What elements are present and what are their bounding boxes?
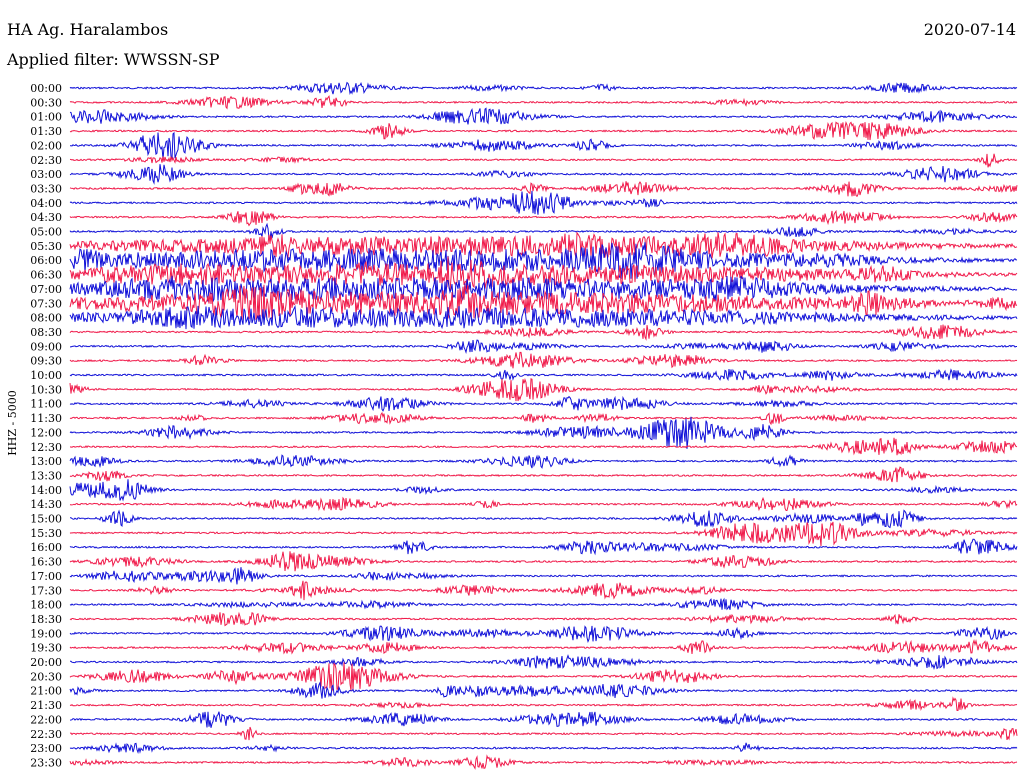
seismic-trace xyxy=(70,339,1017,355)
seismogram-plot: 00:0000:30 01:0001:3002:00 02:3003:0003:30… xyxy=(30,81,1018,770)
seismic-trace xyxy=(69,81,1018,96)
seismic-trace xyxy=(70,131,1018,160)
time-label: 13:30 xyxy=(30,469,62,482)
time-label: 18:00 xyxy=(30,599,62,612)
time-label: 11:30 xyxy=(30,412,62,425)
time-label: 09:30 xyxy=(30,355,62,368)
time-label: 12:30 xyxy=(30,441,62,454)
time-label: 14:30 xyxy=(30,498,62,511)
seismic-trace xyxy=(69,521,1018,547)
time-label: 05:00 xyxy=(30,226,62,239)
time-label: 05:30 xyxy=(30,240,62,253)
time-label: 00:00 xyxy=(30,82,62,95)
time-label: 11:00 xyxy=(30,398,62,411)
seismic-trace xyxy=(69,324,1018,341)
time-label: 00:30 xyxy=(30,96,62,109)
seismic-trace xyxy=(69,639,1018,655)
seismic-trace xyxy=(69,378,1018,402)
seismic-trace xyxy=(69,95,1018,110)
time-label: 15:00 xyxy=(30,513,62,526)
seismic-trace xyxy=(69,466,1018,483)
seismic-trace xyxy=(69,726,1018,741)
time-label: 08:30 xyxy=(30,326,62,339)
seismic-trace xyxy=(69,120,1018,141)
time-label: 04:30 xyxy=(30,211,62,224)
time-label: 21:30 xyxy=(30,699,62,712)
time-label: 01:30 xyxy=(30,125,62,138)
seismic-trace xyxy=(69,222,1018,241)
seismic-trace xyxy=(69,479,1018,502)
seismic-trace xyxy=(69,754,1018,770)
time-label: 19:00 xyxy=(30,627,62,640)
time-label: 20:00 xyxy=(30,656,62,669)
seismic-trace xyxy=(69,742,1018,755)
time-label: 01:00 xyxy=(30,111,62,124)
seismic-trace xyxy=(69,454,1018,469)
seismic-trace xyxy=(69,551,1018,572)
time-label: 23:30 xyxy=(30,756,62,769)
seismic-trace xyxy=(70,654,1018,671)
time-label: 22:00 xyxy=(30,713,62,726)
time-label: 21:00 xyxy=(30,685,62,698)
time-label: 02:30 xyxy=(30,154,62,167)
seismic-trace xyxy=(69,496,1018,512)
seismic-trace xyxy=(69,662,1018,693)
seismic-trace xyxy=(69,567,1018,585)
time-label: 03:30 xyxy=(30,182,62,195)
time-label: 06:30 xyxy=(30,269,62,282)
time-label: 16:30 xyxy=(30,556,62,569)
time-label: 06:00 xyxy=(30,254,62,267)
time-label: 07:00 xyxy=(30,283,62,296)
seismic-trace xyxy=(69,611,1018,627)
seismic-trace xyxy=(69,538,1018,556)
time-label: 02:00 xyxy=(30,139,62,152)
time-label: 13:00 xyxy=(30,455,62,468)
seismic-trace xyxy=(69,711,1018,728)
time-label: 04:00 xyxy=(30,197,62,210)
seismic-trace xyxy=(69,351,1018,369)
seismic-trace xyxy=(69,368,1018,382)
seismic-trace xyxy=(69,437,1018,456)
seismic-trace xyxy=(69,107,1017,125)
time-label: 22:30 xyxy=(30,728,62,741)
time-label: 17:30 xyxy=(30,584,62,597)
time-label: 09:00 xyxy=(30,340,62,353)
seismic-trace xyxy=(69,181,1018,198)
seismic-trace xyxy=(69,231,1018,259)
time-label: 08:00 xyxy=(30,312,62,325)
seismic-trace xyxy=(69,597,1018,611)
time-label: 19:30 xyxy=(30,642,62,655)
time-label: 14:00 xyxy=(30,484,62,497)
time-label: 20:30 xyxy=(30,670,62,683)
time-label: 07:30 xyxy=(30,297,62,310)
seismic-trace xyxy=(69,696,1018,712)
seismic-trace xyxy=(70,509,1018,529)
seismic-trace xyxy=(69,164,1018,185)
time-label: 16:00 xyxy=(30,541,62,554)
time-label: 10:00 xyxy=(30,369,62,382)
seismic-trace xyxy=(69,395,1018,412)
seismic-trace xyxy=(69,411,1018,426)
seismic-trace xyxy=(69,680,1018,699)
time-label: 23:00 xyxy=(30,742,62,755)
time-label: 15:30 xyxy=(30,527,62,540)
time-label-group: 00:0000:30 01:0001:3002:00 02:3003:0003:30… xyxy=(30,82,62,769)
time-label: 12:00 xyxy=(30,426,62,439)
seismic-trace xyxy=(69,580,1018,601)
seismic-trace xyxy=(69,190,1018,215)
seismic-trace xyxy=(69,625,1018,644)
seismic-trace xyxy=(69,153,1018,168)
time-label: 10:30 xyxy=(30,383,62,396)
time-label: 03:00 xyxy=(30,168,62,181)
trace-group xyxy=(69,81,1018,770)
time-label: 18:30 xyxy=(30,613,62,626)
time-label: 17:00 xyxy=(30,570,62,583)
